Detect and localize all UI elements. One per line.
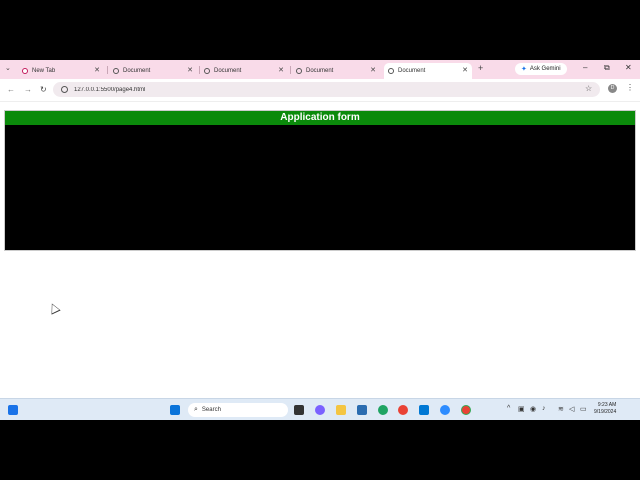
clock-time: 9:23 AM xyxy=(597,402,617,408)
chrome-icon xyxy=(22,68,28,74)
task-view-icon[interactable] xyxy=(294,405,304,415)
tab-title: Document xyxy=(214,68,242,74)
tab-title: Document xyxy=(123,68,151,74)
address-input[interactable] xyxy=(74,86,554,93)
new-tab-icon[interactable]: + xyxy=(478,63,483,73)
form-header: Application form xyxy=(5,111,635,125)
tab-document-active[interactable]: Document ✕ xyxy=(384,63,472,79)
search-placeholder: Search xyxy=(201,407,221,413)
edge-icon[interactable] xyxy=(378,405,388,415)
taskbar-search[interactable]: ⌕ Search xyxy=(188,403,288,417)
address-bar[interactable] xyxy=(53,82,600,97)
close-icon[interactable]: ✕ xyxy=(94,67,100,74)
wifi-icon[interactable]: ≋ xyxy=(558,405,564,413)
volume-icon[interactable]: ◁ xyxy=(569,405,574,413)
minimize-icon[interactable]: – xyxy=(583,63,587,72)
application-form: Application form xyxy=(4,110,636,251)
gemini-icon: ✦ xyxy=(521,66,527,73)
zoom-icon[interactable] xyxy=(440,405,450,415)
search-icon: ⌕ xyxy=(194,406,198,413)
battery-icon[interactable]: ▭ xyxy=(580,405,587,413)
taskbar: ⌕ Search ^ ▣ ◉ ♪ ≋ ◁ ▭ 9:23 AM 9/19/2024 xyxy=(0,398,640,420)
tab-document-3[interactable]: Document ✕ xyxy=(296,63,380,79)
close-icon[interactable]: ✕ xyxy=(370,67,376,74)
tab-search-icon[interactable]: ⌄ xyxy=(5,64,11,72)
bookmark-star-icon[interactable]: ☆ xyxy=(585,84,592,93)
page-content: Application form xyxy=(0,102,640,400)
screen: ⌄ New Tab ✕ Document ✕ Document ✕ Docume… xyxy=(0,60,640,420)
chat-icon[interactable] xyxy=(315,405,325,415)
site-info-icon[interactable] xyxy=(61,86,68,93)
restore-icon[interactable]: ⧉ xyxy=(604,63,610,73)
close-icon[interactable]: ✕ xyxy=(187,67,193,74)
browser-toolbar: ← → ↻ ☆ D ⋮ xyxy=(0,79,640,102)
chrome-taskbar-icon[interactable] xyxy=(398,405,408,415)
close-icon[interactable]: ✕ xyxy=(278,67,284,74)
tray-app-icon[interactable]: ▣ xyxy=(518,405,525,413)
profile-avatar[interactable]: D xyxy=(608,84,617,93)
window-close-icon[interactable]: ✕ xyxy=(625,63,632,72)
tab-strip: ⌄ New Tab ✕ Document ✕ Document ✕ Docume… xyxy=(0,60,640,79)
reload-icon[interactable]: ↻ xyxy=(40,85,47,94)
tab-title: New Tab xyxy=(32,68,56,74)
tab-document-1[interactable]: Document ✕ xyxy=(113,63,197,79)
file-explorer-icon[interactable] xyxy=(336,405,346,415)
system-clock[interactable]: 9:23 AM 9/19/2024 xyxy=(594,402,616,416)
ask-gemini-button[interactable]: ✦ Ask Gemini xyxy=(515,63,567,75)
globe-icon xyxy=(113,68,119,74)
back-icon[interactable]: ← xyxy=(7,85,15,94)
globe-icon xyxy=(388,68,394,74)
store-icon[interactable] xyxy=(357,405,367,415)
chrome-active-icon[interactable] xyxy=(461,405,471,415)
clock-date: 9/19/2024 xyxy=(594,409,617,415)
tray-app-icon-2[interactable]: ◉ xyxy=(530,405,536,413)
globe-icon xyxy=(296,68,302,74)
show-hidden-icons[interactable]: ^ xyxy=(507,405,510,412)
tab-document-2[interactable]: Document ✕ xyxy=(204,63,288,79)
close-icon[interactable]: ✕ xyxy=(462,67,468,74)
tab-new-tab[interactable]: New Tab ✕ xyxy=(22,63,104,79)
tab-title: Document xyxy=(306,68,334,74)
forward-icon[interactable]: → xyxy=(24,85,32,94)
widgets-icon[interactable] xyxy=(8,405,18,415)
tab-title: Document xyxy=(398,68,426,74)
vscode-icon[interactable] xyxy=(419,405,429,415)
menu-icon[interactable]: ⋮ xyxy=(626,83,634,92)
globe-icon xyxy=(204,68,210,74)
microphone-icon[interactable]: ♪ xyxy=(542,405,546,412)
start-icon[interactable] xyxy=(170,405,180,415)
ask-gemini-label: Ask Gemini xyxy=(529,66,561,72)
